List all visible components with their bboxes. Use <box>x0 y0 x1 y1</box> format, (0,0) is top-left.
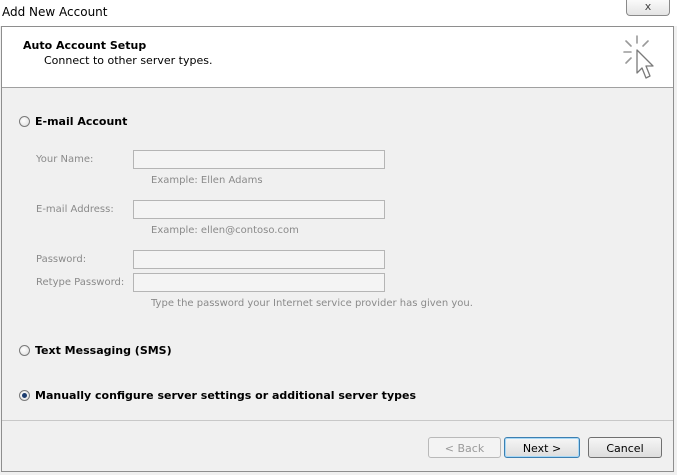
wizard-header: Auto Account Setup Connect to other serv… <box>2 27 673 88</box>
password-hint: Type the password your Internet service … <box>151 298 473 309</box>
cancel-button[interactable]: Cancel <box>588 437 662 458</box>
email-account-radio[interactable] <box>19 115 30 127</box>
your-name-label: Your Name: <box>36 154 94 165</box>
window-title: Add New Account <box>2 5 108 19</box>
cursor-click-icon <box>623 35 654 79</box>
email-account-label: E-mail Account <box>35 114 128 128</box>
sms-option[interactable]: Text Messaging (SMS) <box>19 342 172 358</box>
next-button[interactable]: Next > <box>504 437 580 458</box>
footer-divider <box>2 420 673 421</box>
dialog-body: Auto Account Setup Connect to other serv… <box>1 26 674 472</box>
email-address-input[interactable] <box>133 200 385 219</box>
email-address-label: E-mail Address: <box>36 204 114 215</box>
your-name-input[interactable] <box>133 150 385 169</box>
password-input[interactable] <box>133 250 385 269</box>
header-title: Auto Account Setup <box>23 39 147 52</box>
manual-config-option[interactable]: Manually configure server settings or ad… <box>19 387 416 403</box>
back-button[interactable]: < Back <box>428 437 501 458</box>
email-account-option[interactable]: E-mail Account <box>19 113 127 129</box>
close-icon: x <box>644 0 652 13</box>
manual-config-label: Manually configure server settings or ad… <box>35 388 416 402</box>
header-subtitle: Connect to other server types. <box>44 54 213 67</box>
title-bar: Add New Account x <box>0 0 677 26</box>
manual-config-radio[interactable] <box>19 389 30 401</box>
sms-label: Text Messaging (SMS) <box>35 343 172 357</box>
password-label: Password: <box>36 254 87 265</box>
email-address-hint: Example: ellen@contoso.com <box>151 225 299 236</box>
your-name-hint: Example: Ellen Adams <box>151 175 263 186</box>
close-button[interactable]: x <box>626 0 670 16</box>
sms-radio[interactable] <box>19 344 30 356</box>
retype-password-label: Retype Password: <box>36 277 125 288</box>
retype-password-input[interactable] <box>133 273 385 292</box>
